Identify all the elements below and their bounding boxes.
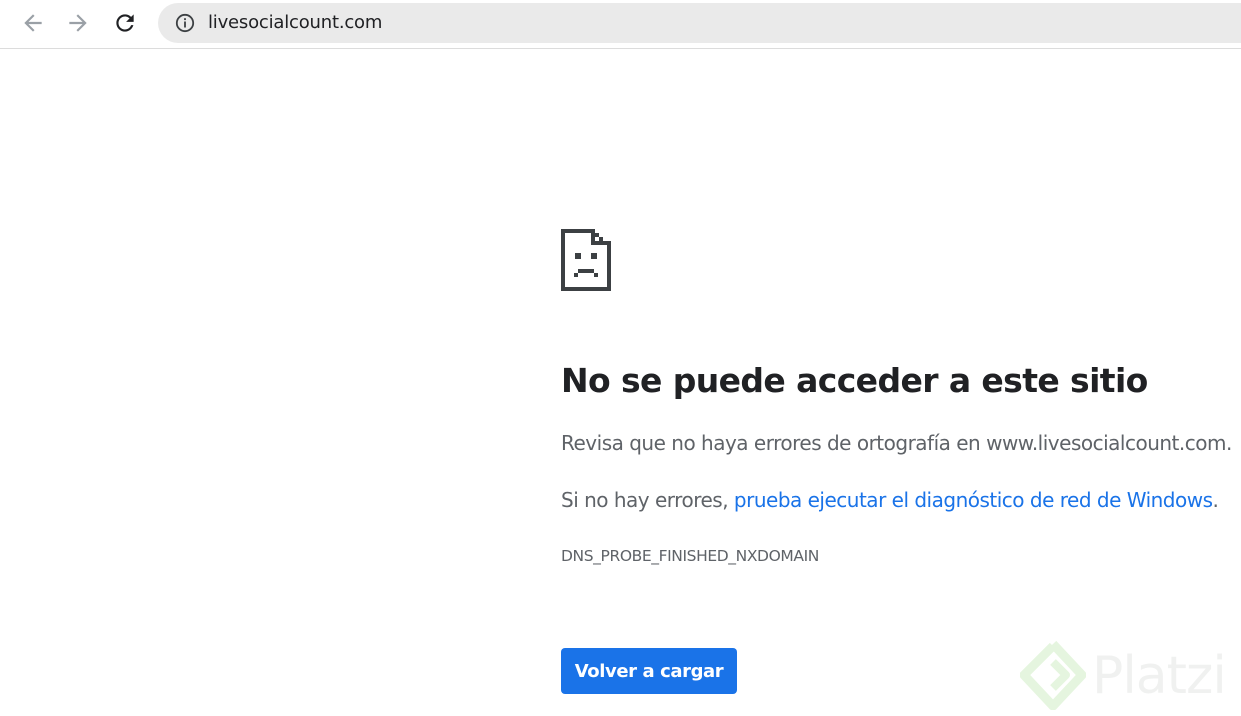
back-button[interactable]: [18, 8, 48, 38]
network-diagnostics-link[interactable]: prueba ejecutar el diagnóstico de red de…: [734, 488, 1213, 512]
sad-page-icon: [561, 229, 611, 291]
url-text: livesocialcount.com: [208, 12, 383, 33]
reload-icon: [116, 14, 134, 32]
diagnostic-suggestion: Si no hay errores, prueba ejecutar el di…: [561, 488, 1219, 512]
reload-button[interactable]: Volver a cargar: [561, 648, 737, 694]
platzi-logo-icon: [1020, 640, 1086, 710]
arrow-left-icon: [24, 14, 42, 32]
error-page-content: No se puede acceder a este sitio Revisa …: [561, 0, 1241, 716]
forward-button[interactable]: [63, 8, 93, 38]
platzi-watermark: Platzi: [1020, 640, 1235, 710]
error-code: DNS_PROBE_FINISHED_NXDOMAIN: [561, 547, 819, 565]
diagnostic-prefix: Si no hay errores,: [561, 488, 734, 512]
arrow-right-icon: [69, 14, 87, 32]
diagnostic-suffix: .: [1212, 488, 1219, 512]
reload-toolbar-button[interactable]: [110, 8, 140, 38]
spelling-suggestion: Revisa que no haya errores de ortografía…: [561, 431, 1232, 455]
info-circle-icon[interactable]: [175, 13, 195, 33]
error-heading: No se puede acceder a este sitio: [561, 361, 1148, 400]
platzi-watermark-text: Platzi: [1092, 646, 1227, 706]
